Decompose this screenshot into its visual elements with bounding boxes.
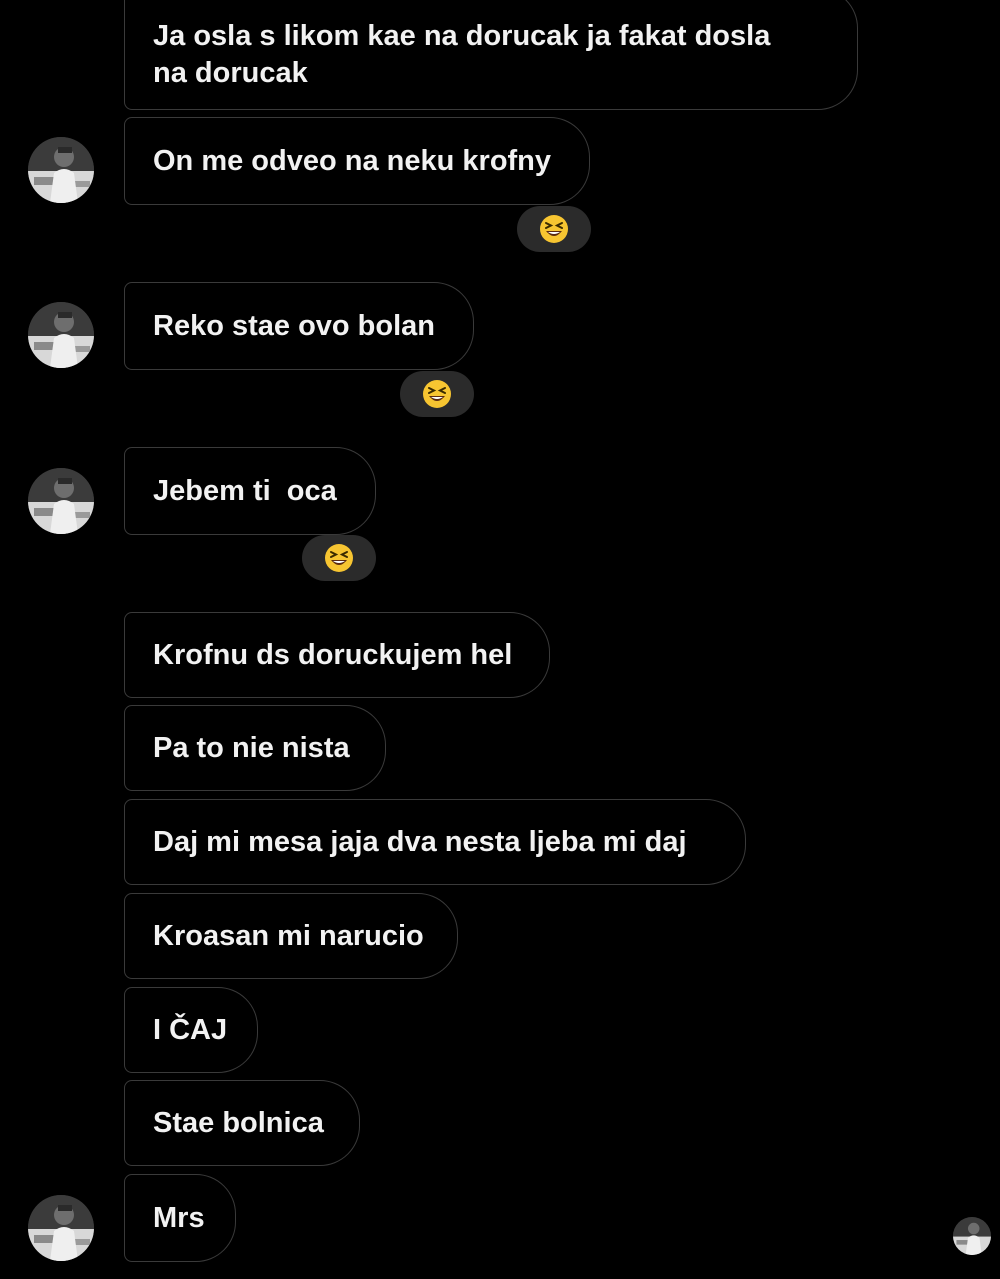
message-text: Reko stae ovo bolan — [153, 309, 436, 342]
message-text: Daj mi mesa jaja dva nesta ljeba mi daj — [153, 825, 687, 858]
message-text: Mrs — [153, 1201, 205, 1234]
message-bubble[interactable]: Pa to nie nista — [124, 705, 386, 791]
avatar[interactable] — [28, 1195, 94, 1261]
avatar[interactable] — [28, 468, 94, 534]
seen-avatar — [953, 1217, 991, 1255]
profile-photo-avatar-icon — [28, 468, 94, 534]
message-bubble[interactable]: Krofnu ds doruckujem hel — [124, 612, 550, 698]
avatar[interactable] — [28, 302, 94, 368]
message-bubble[interactable]: Ja osla s likom kae na dorucak ja fakat … — [124, 0, 858, 110]
chat-thread: Ja osla s likom kae na dorucak ja fakat … — [0, 0, 1000, 1279]
reaction-pill[interactable] — [400, 371, 474, 417]
seen-avatar-icon — [953, 1217, 991, 1255]
laughing-emoji-icon — [325, 544, 353, 572]
message-text: Stae bolnica — [153, 1106, 324, 1139]
avatar[interactable] — [28, 137, 94, 203]
message-text: Ja osla s likom kae na dorucak ja fakat … — [153, 20, 771, 89]
message-bubble[interactable]: Stae bolnica — [124, 1080, 360, 1166]
profile-photo-avatar-icon — [28, 302, 94, 368]
profile-photo-avatar-icon — [28, 137, 94, 203]
message-bubble[interactable]: Daj mi mesa jaja dva nesta ljeba mi daj — [124, 799, 746, 885]
message-bubble[interactable]: Kroasan mi narucio — [124, 893, 458, 979]
profile-photo-avatar-icon — [28, 1195, 94, 1261]
reaction-pill[interactable] — [302, 535, 376, 581]
message-bubble[interactable]: I ČAJ — [124, 987, 258, 1073]
message-text: Krofnu ds doruckujem hel — [153, 638, 513, 671]
message-text: Jebem ti oca — [153, 474, 337, 507]
message-bubble[interactable]: Mrs — [124, 1174, 236, 1262]
reaction-pill[interactable] — [517, 206, 591, 252]
message-bubble[interactable]: Reko stae ovo bolan — [124, 282, 474, 370]
message-text: On me odveo na neku krofny — [153, 144, 552, 177]
message-text: I ČAJ — [153, 1013, 228, 1046]
laughing-emoji-icon — [423, 380, 451, 408]
message-text: Kroasan mi narucio — [153, 919, 424, 952]
laughing-emoji-icon — [540, 215, 568, 243]
message-bubble[interactable]: Jebem ti oca — [124, 447, 376, 535]
message-text: Pa to nie nista — [153, 731, 350, 764]
message-bubble[interactable]: On me odveo na neku krofny — [124, 117, 590, 205]
